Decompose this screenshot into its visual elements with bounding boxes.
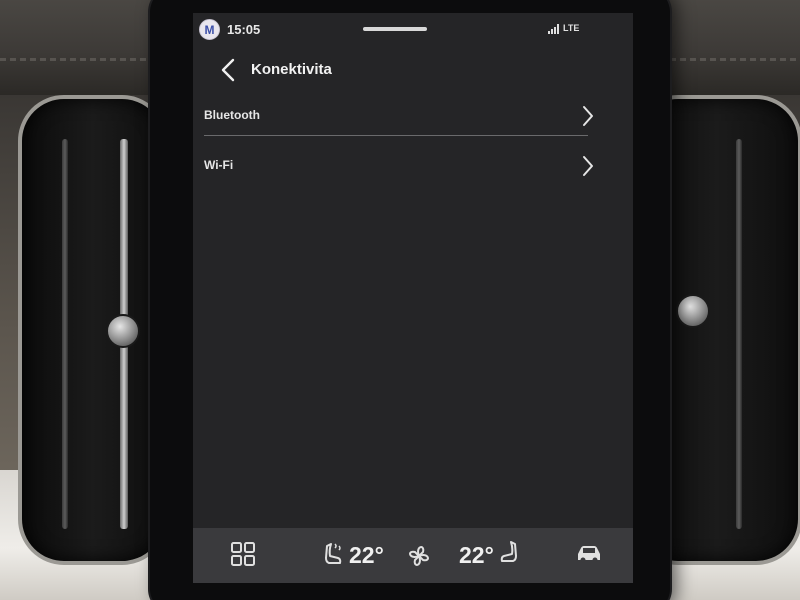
settings-row-bluetooth[interactable]: Bluetooth xyxy=(204,93,593,137)
right-seat-button[interactable] xyxy=(499,540,519,571)
signal-strength-icon xyxy=(548,24,560,34)
climate-bar: 22° 22° xyxy=(193,528,633,583)
app-grid-icon xyxy=(231,542,255,566)
vent-slat xyxy=(62,139,68,529)
car-icon xyxy=(578,546,600,563)
chevron-left-icon xyxy=(221,58,235,82)
settings-row-wifi[interactable]: Wi-Fi xyxy=(204,143,593,187)
left-seat-heat-button[interactable] xyxy=(323,542,345,573)
page-title: Konektivita xyxy=(251,61,332,78)
vent-slat xyxy=(736,139,742,529)
settings-row-label: Wi-Fi xyxy=(204,158,234,172)
drag-handle[interactable] xyxy=(363,27,427,31)
user-avatar[interactable]: M xyxy=(199,19,220,40)
vent-knob[interactable] xyxy=(106,314,140,348)
left-air-vent xyxy=(18,95,168,565)
infotainment-screen: M 15:05 LTE Konektivita Bluetooth Wi-Fi xyxy=(193,13,633,583)
left-temperature[interactable]: 22° xyxy=(349,542,384,569)
vent-knob[interactable] xyxy=(676,294,710,328)
seat-icon xyxy=(500,541,517,562)
settings-row-label: Bluetooth xyxy=(204,108,260,122)
network-type: LTE xyxy=(563,23,580,33)
chevron-right-icon xyxy=(583,106,593,126)
right-temperature[interactable]: 22° xyxy=(459,542,494,569)
seat-heat-icon xyxy=(325,543,342,564)
chevron-right-icon xyxy=(583,156,593,176)
fan-icon xyxy=(409,546,429,566)
status-bar: M 15:05 LTE xyxy=(193,13,633,45)
car-status-button[interactable] xyxy=(575,544,603,569)
divider xyxy=(204,135,588,136)
fan-button[interactable] xyxy=(405,542,433,575)
status-time: 15:05 xyxy=(227,22,261,37)
app-grid-button[interactable] xyxy=(231,542,255,571)
page-header: Konektivita xyxy=(193,53,633,87)
back-button[interactable] xyxy=(215,55,241,85)
